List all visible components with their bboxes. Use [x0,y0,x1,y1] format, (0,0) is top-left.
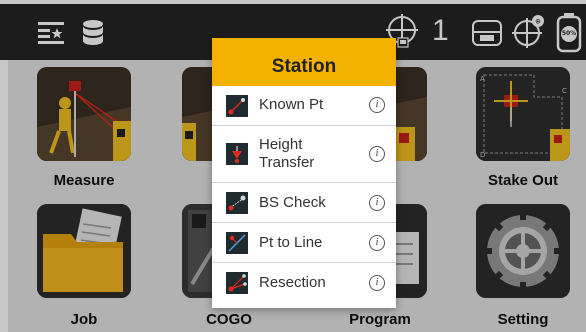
dialog-item-known-pt[interactable]: Known Pt i [212,86,396,125]
dialog-item-bs-check[interactable]: BS Check i [212,182,396,223]
dialog-item-label: Height Transfer [259,136,315,171]
info-icon[interactable]: i [369,146,385,162]
info-icon[interactable]: i [369,235,385,251]
dialog-item-pt-to-line[interactable]: Pt to Line i [212,222,396,263]
info-icon[interactable]: i [369,97,385,113]
backsight-check-icon [226,192,248,214]
dialog-item-height-transfer[interactable]: Height Transfer i [212,125,396,183]
dialog-title: Station [212,38,396,86]
height-transfer-icon [226,143,248,165]
screen: 1 ⊕ 50% Measure A D C Stake Out Job COGO… [0,0,586,332]
station-dialog: Station Known Pt i Height Transfer i BS … [212,38,396,308]
dialog-item-label: Pt to Line [259,234,323,251]
known-point-icon [226,95,248,117]
info-icon[interactable]: i [369,275,385,291]
dialog-item-label: Resection [259,274,326,291]
info-icon[interactable]: i [369,195,385,211]
point-to-line-icon [226,232,248,254]
dialog-item-label: Known Pt [259,96,324,113]
dialog-item-resection[interactable]: Resection i [212,262,396,303]
dialog-item-label: BS Check [259,194,326,211]
resection-icon [226,272,248,294]
